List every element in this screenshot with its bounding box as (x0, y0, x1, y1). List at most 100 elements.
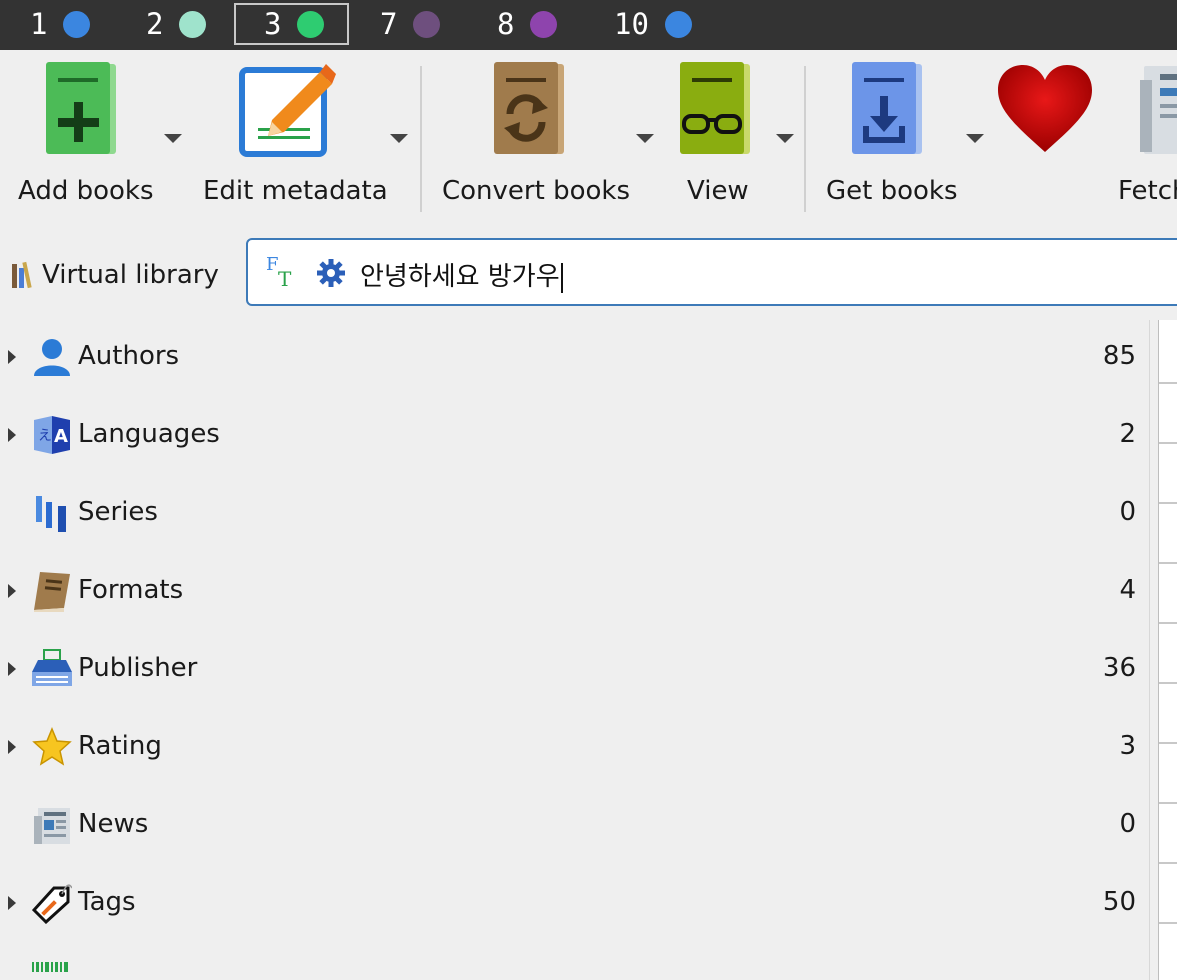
series-icon (36, 496, 66, 532)
tag-browser-item-count: 3 (1119, 731, 1136, 761)
tag-browser-item-formats[interactable]: Formats 4 (0, 562, 1150, 622)
workspace-dot-icon (413, 10, 441, 38)
workspace-number: 7 (380, 7, 398, 41)
book-list-pane[interactable] (1158, 320, 1177, 980)
tag-browser-item-tags[interactable]: Tags 50 (0, 874, 1150, 934)
add-books-label: Add books (18, 176, 154, 206)
workspace-10[interactable]: 10 (614, 3, 692, 45)
row-divider (1159, 682, 1177, 684)
tag-browser-item-label: Languages (78, 419, 220, 449)
row-divider (1159, 922, 1177, 924)
search-input[interactable]: 안녕하세요 방가우 (360, 256, 563, 293)
expand-arrow-icon[interactable] (8, 662, 16, 676)
tags-icon (32, 884, 72, 924)
add-book-icon (46, 62, 116, 154)
tag-browser-item-rating[interactable]: Rating 3 (0, 718, 1150, 778)
workspace-2[interactable]: 2 (146, 3, 207, 45)
identifiers-barcode-icon (32, 962, 68, 972)
convert-books-dropdown-arrow-icon[interactable] (636, 134, 654, 143)
languages-icon: え A (34, 416, 70, 454)
virtual-library-label: Virtual library (42, 260, 219, 290)
workspace-number: 1 (30, 7, 48, 41)
workspace-dot-icon (179, 10, 207, 38)
view-button[interactable]: View (664, 50, 804, 220)
text-cursor (560, 262, 563, 293)
tag-browser-item-label: Formats (78, 575, 184, 605)
fetch-news-button[interactable]: Fetch (1110, 50, 1177, 220)
rating-star-icon (32, 727, 72, 766)
virtual-library-button[interactable]: Virtual library (10, 254, 219, 296)
row-divider (1159, 502, 1177, 504)
add-books-button[interactable]: Add books (0, 50, 190, 220)
row-divider (1159, 742, 1177, 744)
tag-browser-item-label: Rating (78, 731, 162, 761)
row-divider (1159, 562, 1177, 564)
toolbar-separator (804, 66, 806, 212)
svg-text:A: A (54, 426, 68, 447)
edit-metadata-label: Edit metadata (203, 176, 388, 206)
splitter-handle[interactable] (1149, 320, 1150, 980)
workspace-dot-icon (297, 10, 325, 38)
news-icon (34, 808, 70, 844)
workspace-1[interactable]: 1 (30, 3, 91, 45)
convert-books-label: Convert books (442, 176, 630, 206)
fetch-news-label: Fetch (1118, 176, 1177, 206)
authors-icon (34, 339, 70, 376)
get-books-label: Get books (826, 176, 958, 206)
svg-text:F: F (266, 254, 279, 275)
row-divider (1159, 802, 1177, 804)
expand-arrow-icon[interactable] (8, 896, 16, 910)
edit-metadata-icon (239, 64, 336, 157)
tag-browser-item-count: 4 (1119, 575, 1136, 605)
tag-browser-item-series[interactable]: Series 0 (0, 484, 1150, 544)
get-books-button[interactable]: Get books (810, 50, 990, 220)
tag-browser-item-publisher[interactable]: Publisher 36 (0, 640, 1150, 700)
workspace-bar: 1 2 3 7 8 10 (0, 0, 1177, 50)
search-query-text: 안녕하세요 방가우 (360, 262, 560, 292)
tag-browser-item-count: 0 (1119, 497, 1136, 527)
svg-text:え: え (38, 428, 52, 444)
row-divider (1159, 862, 1177, 864)
tag-browser-item-count: 50 (1102, 887, 1136, 917)
edit-metadata-button[interactable]: Edit metadata (196, 50, 416, 220)
expand-arrow-icon[interactable] (8, 584, 16, 598)
virtual-library-icon (12, 261, 32, 289)
get-books-icon (852, 62, 922, 154)
workspace-dot-icon (530, 10, 558, 38)
add-books-dropdown-arrow-icon[interactable] (164, 134, 182, 143)
expand-arrow-icon[interactable] (8, 428, 16, 442)
publisher-icon (32, 649, 72, 686)
convert-books-button[interactable]: Convert books (426, 50, 662, 220)
edit-metadata-dropdown-arrow-icon[interactable] (390, 134, 408, 143)
workspace-number: 10 (614, 7, 649, 41)
workspace-number: 3 (264, 7, 282, 41)
tag-browser-item-label: Tags (78, 887, 136, 917)
tag-browser-item-label: Series (78, 497, 158, 527)
row-divider (1159, 382, 1177, 384)
workspace-dot-icon (63, 10, 91, 38)
tag-browser-item-label: Publisher (78, 653, 198, 683)
workspace-3[interactable]: 3 (234, 3, 349, 45)
donate-heart-icon[interactable] (996, 64, 1094, 154)
view-dropdown-arrow-icon[interactable] (776, 134, 794, 143)
tag-browser-item-count: 36 (1102, 653, 1136, 683)
workspace-dot-icon (664, 10, 692, 38)
row-divider (1159, 622, 1177, 624)
expand-arrow-icon[interactable] (8, 740, 16, 754)
tag-browser-item-count: 85 (1102, 341, 1136, 371)
search-options-gear-icon[interactable] (316, 258, 346, 288)
get-books-dropdown-arrow-icon[interactable] (966, 134, 984, 143)
workspace-8[interactable]: 8 (497, 3, 558, 45)
workspace-7[interactable]: 7 (380, 3, 441, 45)
search-bar[interactable]: F T 안녕하세요 방가우 (246, 238, 1177, 306)
full-text-search-icon[interactable]: F T (264, 254, 300, 290)
tag-browser-item-authors[interactable]: Authors 85 (0, 328, 1150, 388)
tag-browser-item-label: Authors (78, 341, 180, 371)
workspace-number: 8 (497, 7, 515, 41)
formats-icon (34, 572, 70, 612)
view-book-icon (680, 62, 750, 154)
fetch-news-icon (1140, 66, 1177, 154)
expand-arrow-icon[interactable] (8, 350, 16, 364)
tag-browser-item-languages[interactable]: え A Languages 2 (0, 406, 1150, 466)
tag-browser-item-news[interactable]: News 0 (0, 796, 1150, 856)
